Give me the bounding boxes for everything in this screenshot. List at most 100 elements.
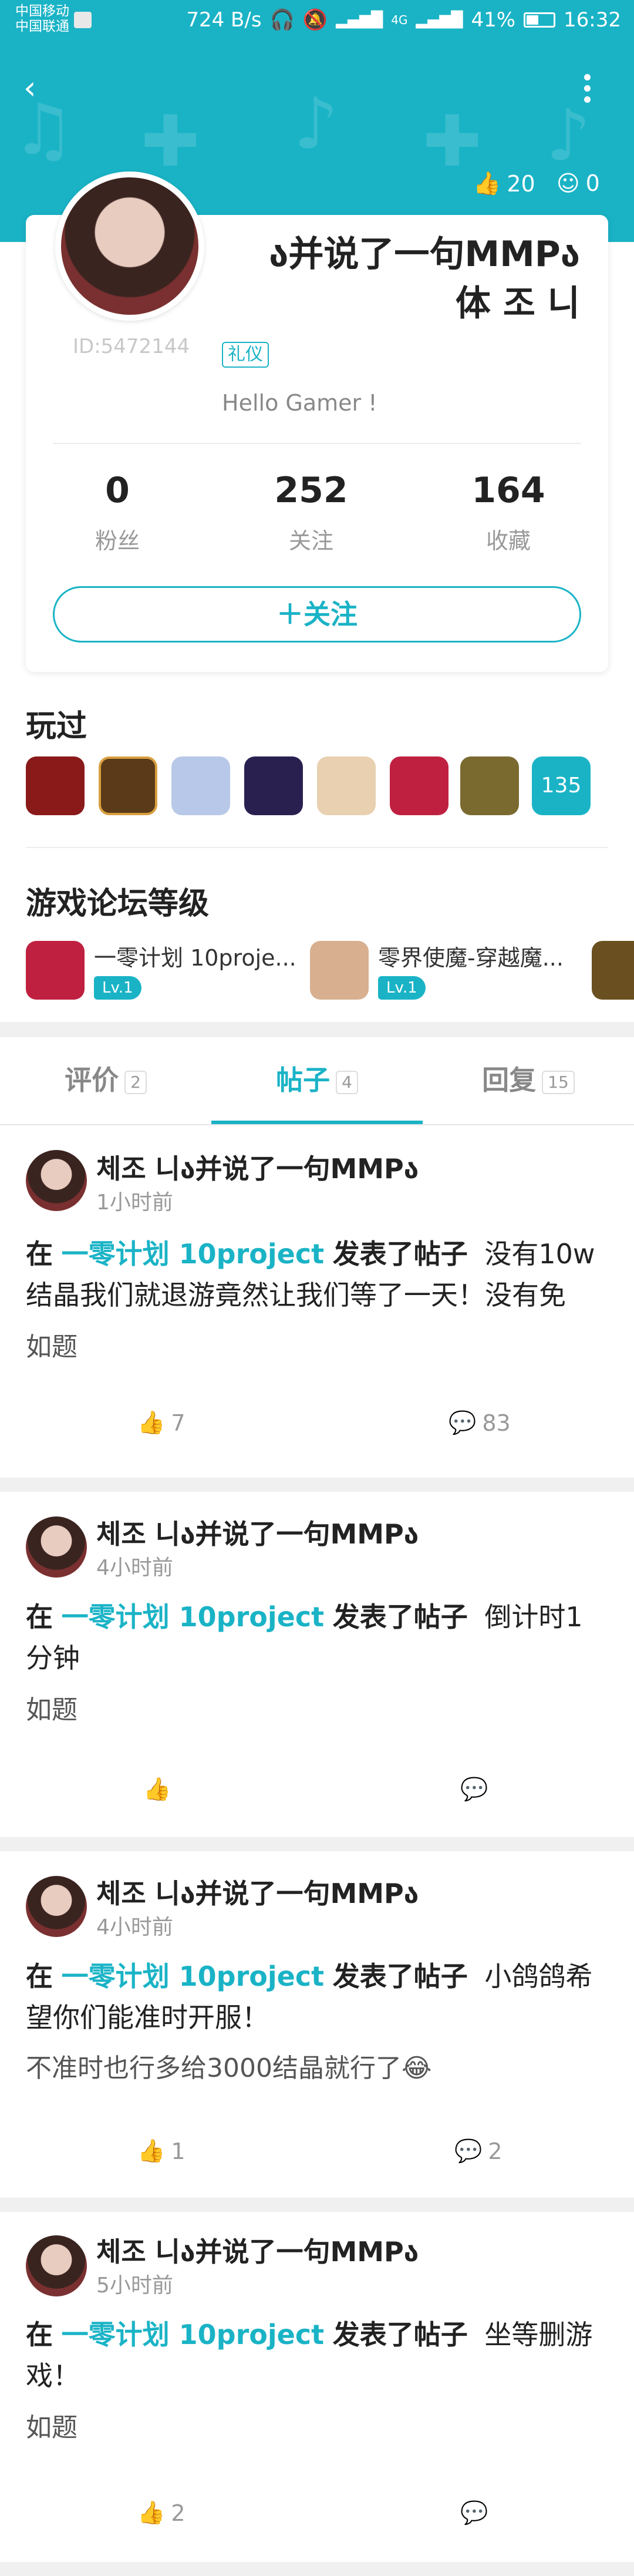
comment-icon: 💬 xyxy=(460,1776,488,1802)
author-name: 체조 니ა并说了一句MMPა xyxy=(96,1153,419,1185)
thumbs-up-icon: 👍 xyxy=(473,170,501,196)
tab-label: 帖子 xyxy=(276,1064,331,1096)
headphone-icon: 🎧 xyxy=(269,8,295,32)
game-icon[interactable] xyxy=(171,756,230,815)
user-tag-badge: 礼仪 xyxy=(222,342,269,368)
post-body: 如题 xyxy=(26,1695,77,1725)
more-options-button[interactable] xyxy=(575,70,599,106)
prefix-text: 在 xyxy=(26,1238,53,1270)
game-icon[interactable] xyxy=(390,756,448,815)
stat-favorites[interactable]: 164 收藏 xyxy=(420,470,596,555)
tab-reviews[interactable]: 评价 2 xyxy=(0,1037,211,1123)
post-time: 5小时前 xyxy=(96,2274,173,2298)
post-body: 如题 xyxy=(26,2413,77,2443)
game-icon[interactable] xyxy=(244,756,303,815)
game-icon[interactable] xyxy=(460,756,519,815)
author-name: 체조 니ა并说了一句MMPა xyxy=(96,1878,419,1909)
stat-following[interactable]: 252 关注 xyxy=(223,470,399,555)
comment-button[interactable]: 💬 xyxy=(460,1776,494,1802)
post-card[interactable]: 체조 니ა并说了一句MMPა 1小时前 在 一零计划 10project 发表了… xyxy=(0,1125,634,1478)
comment-count: 83 xyxy=(482,1410,511,1436)
forum-level-item[interactable] xyxy=(592,935,634,1005)
music-note-decoration-icon: ♪ xyxy=(294,83,339,165)
status-right: 724 B/s 🎧 🔕 ▂▄▆█ 4G ▂▄▆█ 41% 16:32 xyxy=(186,8,621,32)
post-card[interactable]: 체조 니ა并说了一句MMPა 5小时前 在 一零计划 10project 发表了… xyxy=(0,2212,634,2576)
post-title: 在 一零计划 10project 发表了帖子 倒计时1分钟 xyxy=(26,1596,608,1679)
tab-count: 2 xyxy=(124,1070,147,1094)
action-text: 发表了帖子 xyxy=(332,1238,468,1270)
thumbs-up-icon: 👍 xyxy=(137,1410,166,1435)
forum-level-section-title: 游戏论坛等级 xyxy=(26,886,210,922)
music-note-decoration-icon: ♫ xyxy=(12,89,75,171)
post-card[interactable]: 체조 니ა并说了一句MMPა 4小时前 在 一零计划 10project 发表了… xyxy=(0,1492,634,1832)
like-button[interactable]: 👍 1 xyxy=(137,2138,186,2164)
carrier-1: 中国移动 xyxy=(15,4,69,19)
author-name: 체조 니ა并说了一句MMPა xyxy=(96,1518,419,1550)
prefix-text: 在 xyxy=(26,2319,53,2350)
tabs: 评价 2 帖子 4 回复 15 xyxy=(0,1037,634,1125)
author-avatar[interactable] xyxy=(26,1150,87,1211)
game-link[interactable]: 一零计划 10project xyxy=(62,1960,324,1992)
like-count: 2 xyxy=(171,2500,186,2526)
user-name-line-2: 体 조 니 xyxy=(455,283,580,324)
prefix-text: 在 xyxy=(26,1601,53,1633)
music-note-decoration-icon: ♪ xyxy=(546,95,591,177)
user-name-line-1: ა并说了一句MMPა xyxy=(269,234,580,275)
game-link[interactable]: 一零计划 10project xyxy=(62,1601,324,1633)
stat-label: 收藏 xyxy=(485,528,531,554)
author-avatar[interactable] xyxy=(26,1876,87,1937)
section-divider xyxy=(0,1837,634,1851)
post-title: 在 一零计划 10project 发表了帖子 坐等删游戏！ xyxy=(26,2314,608,2396)
game-icon[interactable] xyxy=(317,756,376,815)
smile-counter[interactable]: ☺ 0 xyxy=(557,170,600,196)
comment-button[interactable]: 💬 83 xyxy=(448,1410,511,1436)
forum-name: 一零计划 10proje... xyxy=(94,945,296,971)
user-bio: Hello Gamer ! xyxy=(222,390,377,416)
game-link[interactable]: 一零计划 10project xyxy=(62,1238,324,1270)
like-button[interactable]: 👍 xyxy=(143,1776,177,1802)
like-button[interactable]: 👍 2 xyxy=(137,2500,186,2526)
user-id: ID:5472144 xyxy=(73,335,190,358)
played-section-title: 玩过 xyxy=(26,709,87,744)
tab-posts[interactable]: 帖子 4 xyxy=(211,1037,423,1123)
post-time: 4小时前 xyxy=(96,1556,173,1580)
forum-level-item[interactable]: 零界使魔-穿越魔... Lv.1 xyxy=(310,935,592,1005)
section-divider xyxy=(0,1478,634,1492)
section-divider xyxy=(0,1022,634,1037)
signal-icon: ▂▄▆█ xyxy=(336,11,383,29)
game-icon[interactable] xyxy=(99,756,157,815)
comment-button[interactable]: 💬 xyxy=(460,2500,494,2526)
game-link[interactable]: 一零计划 10project xyxy=(62,2319,324,2350)
section-divider xyxy=(0,2562,634,2576)
stat-fans[interactable]: 0 粉丝 xyxy=(29,470,205,555)
prefix-text: 在 xyxy=(26,1960,53,1992)
stat-label: 关注 xyxy=(288,528,333,554)
like-count: 7 xyxy=(171,1410,186,1436)
post-card[interactable]: 체조 니ა并说了一句MMPა 4小时前 在 一零计划 10project 发表了… xyxy=(0,1851,634,2198)
stat-value: 164 xyxy=(471,470,545,511)
user-avatar[interactable] xyxy=(55,171,204,321)
signal-icon-2: ▂▄▆█ xyxy=(416,11,463,29)
comment-button[interactable]: 💬 2 xyxy=(454,2138,503,2164)
likes-count: 20 xyxy=(507,170,535,197)
author-avatar[interactable] xyxy=(26,1516,87,1578)
comment-icon: 💬 xyxy=(448,1410,477,1435)
game-icon xyxy=(26,941,85,1000)
more-games-count-button[interactable]: 135 xyxy=(532,756,591,815)
thumbs-up-icon: 👍 xyxy=(137,2138,166,2164)
carrier-info: 中国移动 中国联通 xyxy=(15,4,69,34)
like-button[interactable]: 👍 7 xyxy=(137,1410,186,1436)
follow-button[interactable]: ＋关注 xyxy=(53,586,581,643)
forum-level-badge: Lv.1 xyxy=(378,976,426,1000)
tab-label: 评价 xyxy=(65,1064,119,1096)
game-icon[interactable] xyxy=(26,756,85,815)
post-time: 4小时前 xyxy=(96,1915,173,1939)
battery-icon xyxy=(524,12,556,28)
tab-replies[interactable]: 回复 15 xyxy=(423,1037,634,1123)
author-avatar[interactable] xyxy=(26,2235,87,2296)
clock: 16:32 xyxy=(564,8,621,32)
forum-level-item[interactable]: 一零计划 10proje... Lv.1 xyxy=(26,935,296,1005)
back-button[interactable]: ‹ xyxy=(23,70,59,106)
post-body: 不准时也行多给3000结晶就行了😂 xyxy=(26,2053,432,2083)
likes-counter[interactable]: 👍 20 xyxy=(473,170,535,197)
